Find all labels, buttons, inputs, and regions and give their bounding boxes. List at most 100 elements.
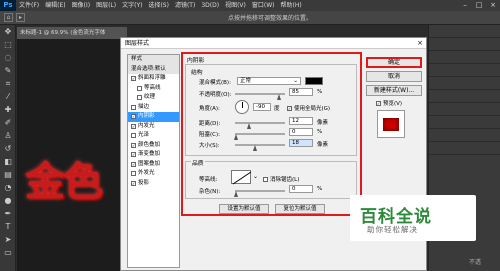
- panel-row[interactable]: [429, 142, 500, 155]
- size-input[interactable]: 18: [289, 139, 313, 147]
- contour-chevron-icon[interactable]: ⌄: [253, 173, 258, 180]
- crop-tool-icon[interactable]: ⌗: [0, 77, 16, 90]
- style-list-item[interactable]: 纹理: [128, 93, 179, 103]
- distance-input[interactable]: 12: [289, 117, 313, 125]
- dialog-close-button[interactable]: ×: [417, 38, 423, 49]
- menu-item[interactable]: 图像(I): [69, 0, 93, 11]
- style-list-item[interactable]: ✓ 渐变叠加: [128, 150, 179, 160]
- menu-item[interactable]: 选择(S): [145, 0, 172, 11]
- tool-preset-icon[interactable]: ▸: [16, 13, 25, 22]
- distance-slider[interactable]: [235, 122, 285, 124]
- reset-default-button[interactable]: 复位为默认值: [275, 204, 325, 214]
- opacity-slider[interactable]: [235, 93, 285, 95]
- maximize-button[interactable]: □: [472, 0, 486, 11]
- marquee-tool-icon[interactable]: ⬚: [0, 38, 16, 51]
- menu-item[interactable]: 视图(V): [222, 0, 249, 11]
- menu-item[interactable]: 文件(F): [16, 0, 42, 11]
- panel-row[interactable]: [429, 38, 500, 51]
- close-window-button[interactable]: ×: [486, 0, 500, 11]
- blur-tool-icon[interactable]: ◔: [0, 181, 16, 194]
- style-item-label: 外发光: [138, 170, 155, 176]
- healing-brush-icon[interactable]: ✚: [0, 103, 16, 116]
- unchecked-box-icon[interactable]: [131, 104, 136, 110]
- path-select-icon[interactable]: ➤: [0, 233, 16, 246]
- style-list-item[interactable]: ✓ 图案叠加: [128, 160, 179, 170]
- panel-row[interactable]: [429, 90, 500, 103]
- eraser-icon[interactable]: ◧: [0, 155, 16, 168]
- global-light-checkbox[interactable]: ✓ 使用全局光(G): [287, 104, 330, 112]
- checked-box-icon[interactable]: ✓: [131, 76, 136, 82]
- unchecked-box-icon[interactable]: [137, 95, 142, 101]
- unchecked-box-icon[interactable]: [131, 171, 136, 177]
- cancel-button[interactable]: 取消: [366, 71, 422, 82]
- panel-row[interactable]: [429, 51, 500, 64]
- menu-item[interactable]: 3D(D): [198, 0, 222, 11]
- checked-box-icon[interactable]: ✓: [131, 180, 136, 186]
- style-list-item[interactable]: 等高线: [128, 84, 179, 94]
- checked-box-icon[interactable]: ✓: [131, 161, 136, 167]
- style-list-item[interactable]: 样式: [128, 55, 179, 65]
- gradient-tool-icon[interactable]: ▤: [0, 168, 16, 181]
- menu-item[interactable]: 图层(L): [93, 0, 119, 11]
- style-list-item[interactable]: ✓ 内发光: [128, 122, 179, 132]
- dodge-tool-icon[interactable]: ●: [0, 194, 16, 207]
- style-list-item[interactable]: ✓ 斜面和浮雕: [128, 74, 179, 84]
- menu-item[interactable]: 窗口(W): [249, 0, 278, 11]
- contour-picker[interactable]: [231, 170, 252, 185]
- global-light-check-icon: ✓: [287, 105, 292, 111]
- new-style-button[interactable]: 新建样式(W)...: [366, 85, 422, 96]
- style-item-label: 等高线: [144, 84, 161, 91]
- checked-box-icon[interactable]: ✓: [131, 152, 136, 158]
- style-list-item[interactable]: ✓ 内阴影: [128, 112, 179, 122]
- style-list-item[interactable]: 外发光: [128, 169, 179, 179]
- menu-item[interactable]: 滤镜(T): [172, 0, 198, 11]
- preview-checkbox[interactable]: ✓ 预览(V): [376, 99, 402, 107]
- noise-slider[interactable]: [235, 190, 285, 192]
- minimize-button[interactable]: –: [458, 0, 472, 11]
- set-default-button[interactable]: 设置为默认值: [219, 204, 269, 214]
- shadow-color-swatch[interactable]: [305, 77, 323, 85]
- panel-row[interactable]: [429, 64, 500, 77]
- panel-row[interactable]: [429, 116, 500, 129]
- panel-row[interactable]: [429, 25, 500, 38]
- style-list-item[interactable]: 混合选项:默认: [128, 64, 179, 74]
- choke-slider[interactable]: [235, 133, 285, 135]
- choke-input[interactable]: 0: [289, 128, 313, 136]
- size-slider[interactable]: [235, 144, 285, 146]
- angle-dial[interactable]: [235, 100, 249, 114]
- style-list-item[interactable]: 描边: [128, 103, 179, 113]
- menu-item[interactable]: 编辑(E): [42, 0, 68, 11]
- style-list-item[interactable]: ✓ 颜色叠加: [128, 141, 179, 151]
- brush-tool-icon[interactable]: ✐: [0, 116, 16, 129]
- history-brush-icon[interactable]: ↺: [0, 142, 16, 155]
- move-tool-icon[interactable]: ✥: [0, 25, 16, 38]
- checked-box-icon[interactable]: ✓: [131, 114, 136, 120]
- unchecked-box-icon[interactable]: [137, 85, 142, 91]
- menu-item[interactable]: 帮助(H): [278, 0, 305, 11]
- unchecked-box-icon[interactable]: [131, 133, 136, 139]
- eyedropper-icon[interactable]: ⁄: [0, 90, 16, 103]
- clone-stamp-icon[interactable]: ♙: [0, 129, 16, 142]
- menu-item[interactable]: 文字(Y): [119, 0, 145, 11]
- type-tool-icon[interactable]: T: [0, 220, 16, 233]
- noise-input[interactable]: 0: [289, 185, 313, 193]
- style-list-item[interactable]: ✓ 投影: [128, 179, 179, 189]
- style-list-item[interactable]: 光泽: [128, 131, 179, 141]
- checked-box-icon[interactable]: ✓: [131, 142, 136, 148]
- blend-mode-select[interactable]: 正常 ⌄: [237, 77, 301, 85]
- document-tab[interactable]: 未标题-1 @ 69.9% (金色流光字体: [17, 27, 127, 39]
- lasso-tool-icon[interactable]: ◌: [0, 51, 16, 64]
- panel-row[interactable]: [429, 129, 500, 142]
- home-icon[interactable]: ⌂: [4, 13, 13, 22]
- canvas[interactable]: 金色: [17, 39, 122, 271]
- angle-input[interactable]: -90: [253, 103, 271, 111]
- panel-row[interactable]: [429, 77, 500, 90]
- shape-tool-icon[interactable]: ▭: [0, 246, 16, 259]
- ok-button[interactable]: 确定: [366, 57, 422, 68]
- quick-select-icon[interactable]: ✎: [0, 64, 16, 77]
- checked-box-icon[interactable]: ✓: [131, 123, 136, 129]
- pen-tool-icon[interactable]: ✒: [0, 207, 16, 220]
- panel-row[interactable]: [429, 103, 500, 116]
- antialias-checkbox[interactable]: 消除锯齿(L): [263, 175, 299, 183]
- opacity-input[interactable]: 85: [289, 88, 313, 96]
